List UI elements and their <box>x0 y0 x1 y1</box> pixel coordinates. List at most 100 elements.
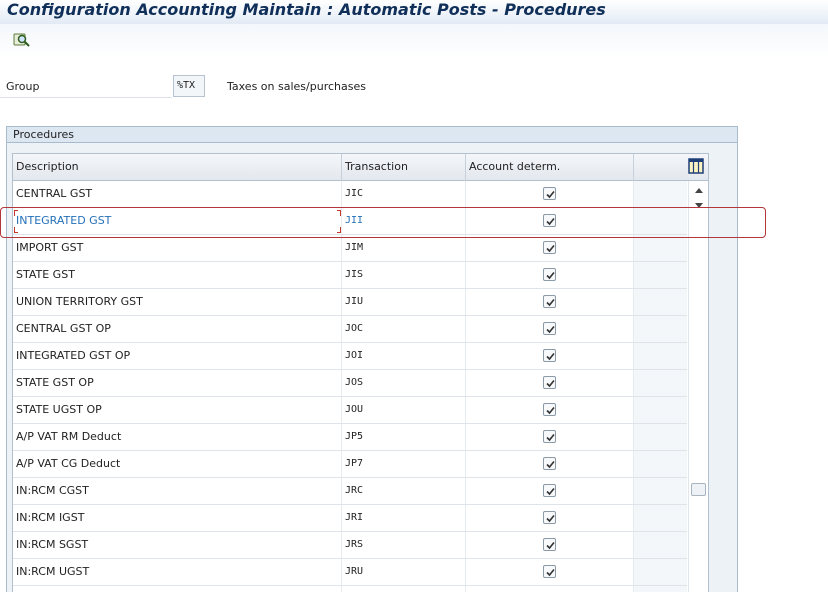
cell-account-determ <box>466 532 634 558</box>
cell-description[interactable]: Belgian LUX tax <box>13 586 342 592</box>
cell-transaction[interactable]: JOS <box>342 370 466 396</box>
cell-description[interactable]: INTEGRATED GST <box>13 208 342 234</box>
account-determ-checkbox[interactable] <box>543 565 556 578</box>
scrollbar-thumb[interactable] <box>691 483 706 496</box>
account-determ-checkbox[interactable] <box>543 214 556 227</box>
cell-account-determ <box>466 586 634 592</box>
table-rows: CENTRAL GST JIC INTEGRATED GST JII IMPORT GS… <box>13 181 687 592</box>
table-row[interactable]: STATE UGST OP JOU <box>13 397 687 424</box>
cell-description[interactable]: STATE UGST OP <box>13 397 342 423</box>
cell-transaction[interactable]: JP7 <box>342 451 466 477</box>
cell-empty <box>634 397 687 423</box>
cell-description[interactable]: UNION TERRITORY GST <box>13 289 342 315</box>
account-determ-checkbox[interactable] <box>543 322 556 335</box>
procedures-panel-title: Procedures <box>7 127 737 143</box>
cell-transaction[interactable]: LUX <box>342 586 466 592</box>
cell-description[interactable]: STATE GST OP <box>13 370 342 396</box>
cell-account-determ <box>466 343 634 369</box>
cell-transaction[interactable]: JOI <box>342 343 466 369</box>
find-button[interactable] <box>11 30 33 50</box>
cell-description[interactable]: A/P VAT RM Deduct <box>13 424 342 450</box>
table-row[interactable]: IN:RCM IGST JRI <box>13 505 687 532</box>
table-row[interactable]: Belgian LUX taxLUX <box>13 586 687 592</box>
cell-account-determ <box>466 289 634 315</box>
cell-account-determ <box>466 505 634 531</box>
table-row[interactable]: IN:RCM CGST JRC <box>13 478 687 505</box>
vertical-scrollbar[interactable] <box>688 181 708 592</box>
cell-transaction[interactable]: JIU <box>342 289 466 315</box>
account-determ-checkbox[interactable] <box>543 457 556 470</box>
checkmark-icon <box>546 406 555 415</box>
find-icon <box>13 33 30 47</box>
account-determ-checkbox[interactable] <box>543 376 556 389</box>
cell-transaction[interactable]: JIS <box>342 262 466 288</box>
cell-description[interactable]: IN:RCM SGST <box>13 532 342 558</box>
column-header-account-determ[interactable]: Account determ. <box>466 154 634 181</box>
checkmark-icon <box>546 514 555 523</box>
cell-transaction[interactable]: JRC <box>342 478 466 504</box>
cell-empty <box>634 451 687 477</box>
account-determ-checkbox[interactable] <box>543 538 556 551</box>
cell-account-determ <box>466 262 634 288</box>
cell-description[interactable]: IN:RCM UGST <box>13 559 342 585</box>
account-determ-checkbox[interactable] <box>543 484 556 497</box>
table-row[interactable]: STATE GST JIS <box>13 262 687 289</box>
checkmark-icon <box>546 190 555 199</box>
table-row[interactable]: IMPORT GST JIM <box>13 235 687 262</box>
scroll-up-icon[interactable] <box>695 188 703 193</box>
scroll-down-icon[interactable] <box>695 203 703 208</box>
column-header-description[interactable]: Description <box>13 154 342 181</box>
cell-empty <box>634 424 687 450</box>
cell-empty <box>634 235 687 261</box>
table-row[interactable]: IN:RCM SGST JRS <box>13 532 687 559</box>
cell-description[interactable]: CENTRAL GST <box>13 181 342 207</box>
table-row[interactable]: A/P VAT CG Deduct JP7 <box>13 451 687 478</box>
account-determ-checkbox[interactable] <box>543 511 556 524</box>
cell-description[interactable]: INTEGRATED GST OP <box>13 343 342 369</box>
cell-transaction[interactable]: JRI <box>342 505 466 531</box>
cell-account-determ <box>466 316 634 342</box>
table-row[interactable]: INTEGRATED GST JII <box>13 208 687 235</box>
selection-bracket <box>337 227 341 233</box>
cell-transaction[interactable]: JRS <box>342 532 466 558</box>
group-label: Group <box>6 80 40 93</box>
account-determ-checkbox[interactable] <box>543 187 556 200</box>
cell-transaction[interactable]: JOC <box>342 316 466 342</box>
cell-description[interactable]: STATE GST <box>13 262 342 288</box>
group-description: Taxes on sales/purchases <box>227 80 366 93</box>
cell-description[interactable]: CENTRAL GST OP <box>13 316 342 342</box>
table-row[interactable]: A/P VAT RM Deduct JP5 <box>13 424 687 451</box>
cell-description[interactable]: IN:RCM CGST <box>13 478 342 504</box>
cell-transaction[interactable]: JRU <box>342 559 466 585</box>
table-row[interactable]: CENTRAL GST JIC <box>13 181 687 208</box>
column-header-transaction[interactable]: Transaction <box>342 154 466 181</box>
account-determ-checkbox[interactable] <box>543 430 556 443</box>
title-bar: Configuration Accounting Maintain : Auto… <box>0 0 828 24</box>
cell-empty <box>634 532 687 558</box>
table-row[interactable]: STATE GST OP JOS <box>13 370 687 397</box>
table-row[interactable]: UNION TERRITORY GST JIU <box>13 289 687 316</box>
account-determ-checkbox[interactable] <box>543 268 556 281</box>
cell-empty <box>634 208 687 234</box>
account-determ-checkbox[interactable] <box>543 241 556 254</box>
account-determ-checkbox[interactable] <box>543 295 556 308</box>
cell-account-determ <box>466 370 634 396</box>
cell-description[interactable]: IMPORT GST <box>13 235 342 261</box>
procedures-panel: Procedures Description Transaction Accou… <box>6 126 738 592</box>
selection-bracket <box>14 227 18 233</box>
account-determ-checkbox[interactable] <box>543 349 556 362</box>
cell-transaction[interactable]: JIC <box>342 181 466 207</box>
cell-description[interactable]: A/P VAT CG Deduct <box>13 451 342 477</box>
cell-transaction[interactable]: JOU <box>342 397 466 423</box>
table-settings-icon[interactable] <box>688 158 704 174</box>
cell-transaction[interactable]: JIM <box>342 235 466 261</box>
cell-empty <box>634 505 687 531</box>
table-row[interactable]: IN:RCM UGST JRU <box>13 559 687 586</box>
table-row[interactable]: INTEGRATED GST OP JOI <box>13 343 687 370</box>
cell-description[interactable]: IN:RCM IGST <box>13 505 342 531</box>
cell-transaction[interactable]: JII <box>342 208 466 234</box>
account-determ-checkbox[interactable] <box>543 403 556 416</box>
table-row[interactable]: CENTRAL GST OP JOC <box>13 316 687 343</box>
cell-transaction[interactable]: JP5 <box>342 424 466 450</box>
group-field[interactable]: %TX <box>173 75 205 97</box>
